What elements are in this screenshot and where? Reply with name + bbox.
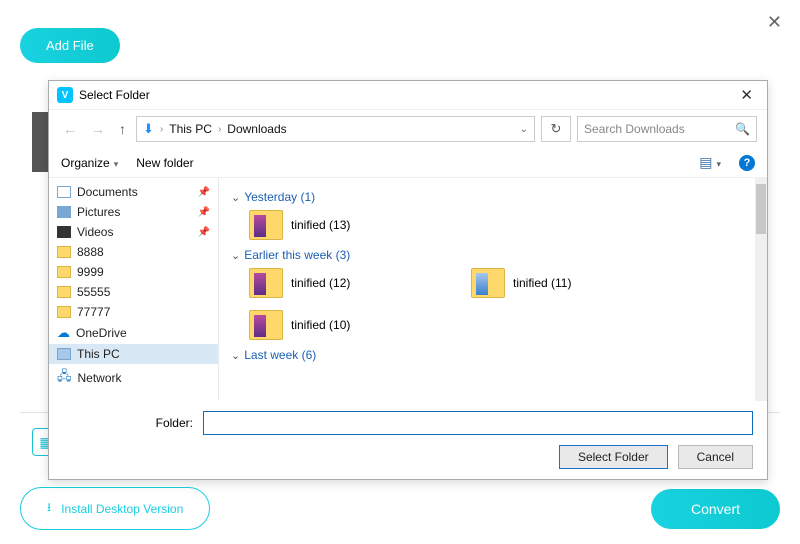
install-label: Install Desktop Version <box>61 502 183 516</box>
tree-item-label: This PC <box>77 347 120 361</box>
folder-item[interactable]: tinified (12) <box>249 268 459 298</box>
app-icon: V <box>57 87 73 103</box>
close-icon[interactable]: ✕ <box>734 86 759 104</box>
folder-icon <box>249 310 283 340</box>
back-icon[interactable]: ← <box>59 121 81 137</box>
fold-icon <box>57 306 71 318</box>
pin-icon: 📌 <box>198 227 210 238</box>
cloud-icon: ☁ <box>57 325 70 341</box>
pin-icon: 📌 <box>198 187 210 198</box>
dialog-titlebar: V Select Folder ✕ <box>49 81 767 110</box>
pc-arrow-icon: ⬇ <box>143 121 154 137</box>
fold-icon <box>57 286 71 298</box>
help-icon[interactable]: ? <box>739 155 755 171</box>
folder-item[interactable]: tinified (10) <box>249 310 459 340</box>
chevron-right-icon: › <box>160 124 163 135</box>
tree-item[interactable]: Videos 📌 <box>49 222 218 242</box>
chevron-down-icon[interactable]: ⌄ <box>520 124 528 135</box>
tree-item-label: Network <box>78 371 122 385</box>
tree-item[interactable]: Pictures 📌 <box>49 202 218 222</box>
folder-item[interactable]: tinified (13) <box>249 210 459 240</box>
refresh-button[interactable]: ↻ <box>541 116 571 142</box>
folder-tree[interactable]: Documents 📌 Pictures 📌 Videos 📌 8888 9999 55555 7… <box>49 178 219 401</box>
folder-icon <box>249 268 283 298</box>
tree-item-label: 77777 <box>77 305 110 319</box>
search-placeholder: Search Downloads <box>584 122 729 136</box>
tree-item-label: OneDrive <box>76 326 127 340</box>
tree-item[interactable]: 8888 <box>49 242 218 262</box>
tree-item-label: 8888 <box>77 245 104 259</box>
folder-icon <box>249 210 283 240</box>
net-icon: 🖧 <box>57 367 72 389</box>
doc-icon <box>57 186 71 198</box>
new-folder-button[interactable]: New folder <box>136 156 193 170</box>
fold-icon <box>57 266 71 278</box>
group-header[interactable]: Yesterday (1) <box>231 190 755 204</box>
tree-item[interactable]: 77777 <box>49 302 218 322</box>
folder-content[interactable]: Yesterday (1) tinified (13) Earlier this w… <box>219 178 767 401</box>
tree-item[interactable]: ☁ OneDrive <box>49 322 218 344</box>
chevron-right-icon: › <box>218 124 221 135</box>
group-items: tinified (12) tinified (11) tinified (10) <box>249 268 755 340</box>
tree-item-label: Documents <box>77 185 138 199</box>
tree-item[interactable]: This PC <box>49 344 218 364</box>
breadcrumb-root[interactable]: This PC <box>169 122 212 136</box>
tree-item[interactable]: 🖧 Network <box>49 364 218 392</box>
forward-icon[interactable]: → <box>87 121 109 137</box>
tree-item[interactable]: Documents 📌 <box>49 182 218 202</box>
nav-row: ← → ↑ ⬇ › This PC › Downloads ⌄ ↻ Search… <box>49 110 767 148</box>
breadcrumb-child[interactable]: Downloads <box>227 122 286 136</box>
fold-icon <box>57 246 71 258</box>
folder-field-label: Folder: <box>63 416 193 430</box>
install-desktop-button[interactable]: ⭳ Install Desktop Version <box>20 487 210 530</box>
pic-icon <box>57 206 71 218</box>
vid-icon <box>57 226 71 238</box>
folder-name: tinified (10) <box>291 318 350 332</box>
group-header[interactable]: Last week (6) <box>231 348 755 362</box>
page-close-icon[interactable]: ✕ <box>767 12 782 33</box>
cancel-button[interactable]: Cancel <box>678 445 753 469</box>
scrollbar[interactable] <box>755 178 767 401</box>
toolbar: Organize New folder ▤ ? <box>49 148 767 178</box>
folder-icon <box>471 268 505 298</box>
folder-name: tinified (12) <box>291 276 350 290</box>
tree-item-label: 9999 <box>77 265 104 279</box>
search-input[interactable]: Search Downloads 🔍 <box>577 116 757 142</box>
folder-name: tinified (11) <box>513 276 571 290</box>
organize-menu[interactable]: Organize <box>61 156 118 170</box>
tree-item[interactable]: 55555 <box>49 282 218 302</box>
view-options-button[interactable]: ▤ <box>699 154 721 171</box>
tree-item-label: Pictures <box>77 205 120 219</box>
download-icon: ⭳ <box>47 498 51 519</box>
tree-item-label: 55555 <box>77 285 110 299</box>
tree-item[interactable]: 9999 <box>49 262 218 282</box>
select-folder-dialog: V Select Folder ✕ ← → ↑ ⬇ › This PC › Do… <box>48 80 768 480</box>
group-header[interactable]: Earlier this week (3) <box>231 248 755 262</box>
tree-item-label: Videos <box>77 225 113 239</box>
pin-icon: 📌 <box>198 207 210 218</box>
search-icon: 🔍 <box>735 122 750 136</box>
folder-item[interactable]: tinified (11) <box>471 268 681 298</box>
group-items: tinified (13) <box>249 210 755 240</box>
select-folder-button[interactable]: Select Folder <box>559 445 668 469</box>
folder-name-input[interactable] <box>203 411 753 435</box>
up-icon[interactable]: ↑ <box>115 121 130 137</box>
address-bar[interactable]: ⬇ › This PC › Downloads ⌄ <box>136 116 535 142</box>
add-file-button[interactable]: Add File <box>20 28 120 63</box>
folder-name: tinified (13) <box>291 218 350 232</box>
dialog-title: Select Folder <box>79 88 150 102</box>
background-panel <box>32 112 48 172</box>
scrollbar-thumb[interactable] <box>756 184 766 234</box>
pc-icon <box>57 348 71 360</box>
convert-button[interactable]: Convert <box>651 489 780 529</box>
